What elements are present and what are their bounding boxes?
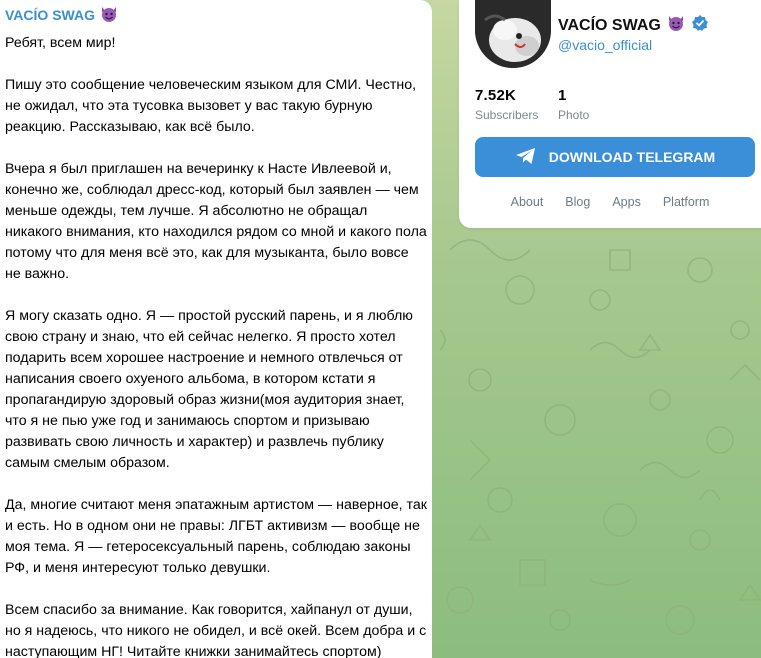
photos-label: Photo <box>558 108 590 122</box>
message-paragraph: Ребят, всем мир! <box>5 35 116 51</box>
download-telegram-button[interactable]: DOWNLOAD TELEGRAM <box>475 137 755 177</box>
message-paragraph: Пишу это сообщение человеческим языком д… <box>5 77 417 135</box>
message-author-name[interactable]: VACÍO SWAG <box>5 7 95 23</box>
link-platform[interactable]: Platform <box>663 195 710 209</box>
photos-count: 1 <box>558 87 567 104</box>
channel-message: VACÍO SWAG Ребят, всем мир! Пишу это соо… <box>0 0 432 658</box>
channel-avatar[interactable] <box>475 0 551 68</box>
devil-emoji-icon <box>99 5 119 26</box>
message-paragraph: Вчера я был приглашен на вечеринку к Нас… <box>5 161 427 282</box>
footer-links: About Blog Apps Platform <box>459 195 761 209</box>
photos-stat[interactable]: 1 Photo <box>558 87 589 122</box>
channel-title-text: VACÍO SWAG <box>558 16 661 34</box>
link-apps[interactable]: Apps <box>612 195 641 209</box>
telegram-plane-icon <box>515 147 537 168</box>
subscribers-label: Subscribers <box>475 108 539 122</box>
subscribers-stat: 7.52K Subscribers <box>475 87 538 122</box>
message-author[interactable]: VACÍO SWAG <box>5 5 432 25</box>
message-paragraph: Да, многие считают меня эпатажным артист… <box>5 497 427 576</box>
subscribers-count: 7.52K <box>475 87 517 104</box>
link-blog[interactable]: Blog <box>565 195 590 209</box>
download-telegram-label: DOWNLOAD TELEGRAM <box>548 149 716 165</box>
message-paragraph: Я могу сказать одно. Я — простой русский… <box>5 308 413 471</box>
message-paragraph: Всем спасибо за внимание. Как говорится,… <box>5 602 427 658</box>
channel-info-card: VACÍO SWAG @vacio_official 7.52K Subscri… <box>459 0 761 228</box>
channel-handle[interactable]: @vacio_official <box>558 37 652 53</box>
verified-badge-icon <box>691 14 709 37</box>
message-text: Ребят, всем мир! Пишу это сообщение чело… <box>5 33 427 658</box>
link-about[interactable]: About <box>511 195 544 209</box>
devil-emoji-icon <box>666 14 686 37</box>
channel-title: VACÍO SWAG <box>558 14 709 37</box>
